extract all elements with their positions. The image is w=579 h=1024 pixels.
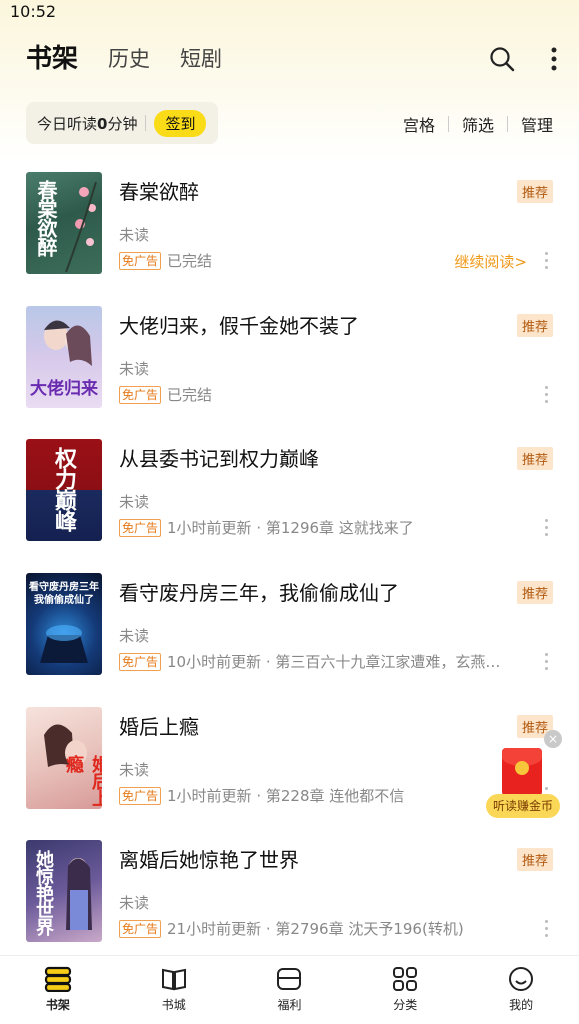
cover-title-text: 她惊艳世界 [33,850,54,935]
update-info: 10小时前更新 · 第三百六十九章江家遭难，玄燕… [167,653,501,671]
smiley-icon [509,967,534,991]
nav-label: 分类 [393,998,418,1012]
book-cover[interactable]: 大佬归来 [26,306,102,408]
cover-title-text: 大佬归来 [30,379,98,399]
recommend-badge: 推荐 [516,848,553,871]
book-title: 从县委书记到权力巅峰 [119,447,319,471]
update-info: 1小时前更新 · 第228章 连他都不信 [167,787,405,805]
tab-history[interactable]: 历史 [108,44,150,74]
recommend-badge: 推荐 [516,314,553,337]
ad-free-tag: 免广告 [119,385,162,404]
more-vertical-icon[interactable] [551,47,557,71]
book-item[interactable]: 春棠欲醉 春棠欲醉 推荐 未读 免广告 已完结 继续阅读> [0,172,579,306]
today-listen-text: 今日听读0分钟 [37,114,138,133]
ad-free-tag: 免广告 [119,251,162,270]
recommend-badge: 推荐 [516,180,553,203]
tab-short-drama[interactable]: 短剧 [180,44,222,74]
cover-title-text: 婚后上瘾 [63,755,102,806]
red-envelope-icon[interactable] [502,748,542,796]
ad-free-tag: 免广告 [119,919,162,938]
book-title: 大佬归来，假千金她不装了 [119,314,359,338]
pill-divider [145,115,147,131]
nav-label: 福利 [277,998,302,1012]
status-time: 10:52 [10,2,57,21]
book-cover[interactable]: 看守废丹房三年我偷偷成仙了 [26,573,102,675]
nav-label: 书架 [45,998,70,1012]
book-item[interactable]: 权力巅峰 从县委书记到权力巅峰 推荐 未读 免广告 1小时前更新 · 第1296… [0,439,579,573]
book-meta: 免广告 1小时前更新 · 第228章 连他都不信 [119,785,404,806]
read-progress: 未读 [119,761,150,779]
cover-title-text: 权力巅峰 [51,447,77,531]
book-item[interactable]: 她惊艳世界 离婚后她惊艳了世界 推荐 未读 免广告 21小时前更新 · 第279… [0,840,579,974]
gift-icon [277,968,302,990]
nav-bookstore[interactable]: 书城 [116,956,232,1024]
more-icon[interactable] [545,653,549,674]
nav-label: 书城 [161,998,186,1012]
ad-free-tag: 免广告 [119,518,162,537]
recommend-badge: 推荐 [516,447,553,470]
book-meta: 免广告 已完结 [119,250,212,271]
book-meta: 免广告 1小时前更新 · 第1296章 这就找来了 [119,517,414,538]
book-title: 春棠欲醉 [119,180,199,204]
book-cover[interactable]: 春棠欲醉 [26,172,102,274]
update-info: 已完结 [167,386,213,404]
read-progress: 未读 [119,627,150,645]
more-icon[interactable] [545,519,549,540]
bookshelf-icon [44,966,71,992]
filter-button[interactable]: 筛选 [462,112,494,136]
ad-free-tag: 免广告 [119,652,162,671]
search-icon[interactable] [489,46,515,72]
read-progress: 未读 [119,226,150,244]
book-cover[interactable]: 权力巅峰 [26,439,102,541]
more-icon[interactable] [545,920,549,941]
cover-title-text: 春棠欲醉 [34,180,58,256]
book-title: 看守废丹房三年，我偷偷成仙了 [119,581,399,605]
ad-free-tag: 免广告 [119,786,162,805]
nav-bookshelf[interactable]: 书架 [0,956,116,1024]
bottom-nav: 书架 书城 福利 分类 我的 [0,955,579,1024]
read-progress: 未读 [119,894,150,912]
top-icons [489,46,557,72]
book-cover[interactable]: 婚后上瘾 [26,707,102,809]
update-info: 1小时前更新 · 第1296章 这就找来了 [167,519,414,537]
shelf-actions: 宫格 筛选 管理 [403,112,553,136]
close-icon[interactable]: × [544,730,562,748]
book-meta: 免广告 已完结 [119,384,212,405]
nav-welfare[interactable]: 福利 [232,956,348,1024]
recommend-badge: 推荐 [516,581,553,604]
read-progress: 未读 [119,493,150,511]
top-tabs: 书架 历史 短剧 [23,44,252,74]
action-divider [506,116,508,132]
cover-title-text: 看守废丹房三年我偷偷成仙了 [29,582,99,606]
today-listen-pill[interactable]: 今日听读0分钟 签到 [26,102,218,144]
grid-icon [393,967,418,991]
tab-bookshelf[interactable]: 书架 [23,44,78,74]
book-meta: 免广告 21小时前更新 · 第2796章 沈天予196(转机) [119,918,464,939]
nav-category[interactable]: 分类 [347,956,463,1024]
continue-reading-link[interactable]: 继续阅读> [454,251,527,272]
action-divider [447,116,449,132]
book-item[interactable]: 大佬归来 大佬归来，假千金她不装了 推荐 未读 免广告 已完结 [0,306,579,440]
nav-label: 我的 [509,998,534,1012]
nav-mine[interactable]: 我的 [463,956,579,1024]
book-title: 离婚后她惊艳了世界 [119,848,299,872]
update-info: 已完结 [167,252,213,270]
read-progress: 未读 [119,360,150,378]
grid-view-button[interactable]: 宫格 [403,112,435,136]
book-item[interactable]: 看守废丹房三年我偷偷成仙了 看守废丹房三年，我偷偷成仙了 推荐 未读 免广告 1… [0,573,579,707]
book-cover[interactable]: 她惊艳世界 [26,840,102,942]
listen-reward-float[interactable]: × 听读赚金币 [486,730,562,820]
reward-label[interactable]: 听读赚金币 [486,794,560,818]
book-title: 婚后上瘾 [119,715,199,739]
update-info: 21小时前更新 · 第2796章 沈天予196(转机) [167,920,464,938]
more-icon[interactable] [545,386,549,407]
book-open-icon [161,968,186,991]
manage-button[interactable]: 管理 [521,112,553,136]
checkin-button[interactable]: 签到 [154,109,207,137]
book-meta: 免广告 10小时前更新 · 第三百六十九章江家遭难，玄燕… [119,651,500,672]
more-icon[interactable] [545,252,549,273]
